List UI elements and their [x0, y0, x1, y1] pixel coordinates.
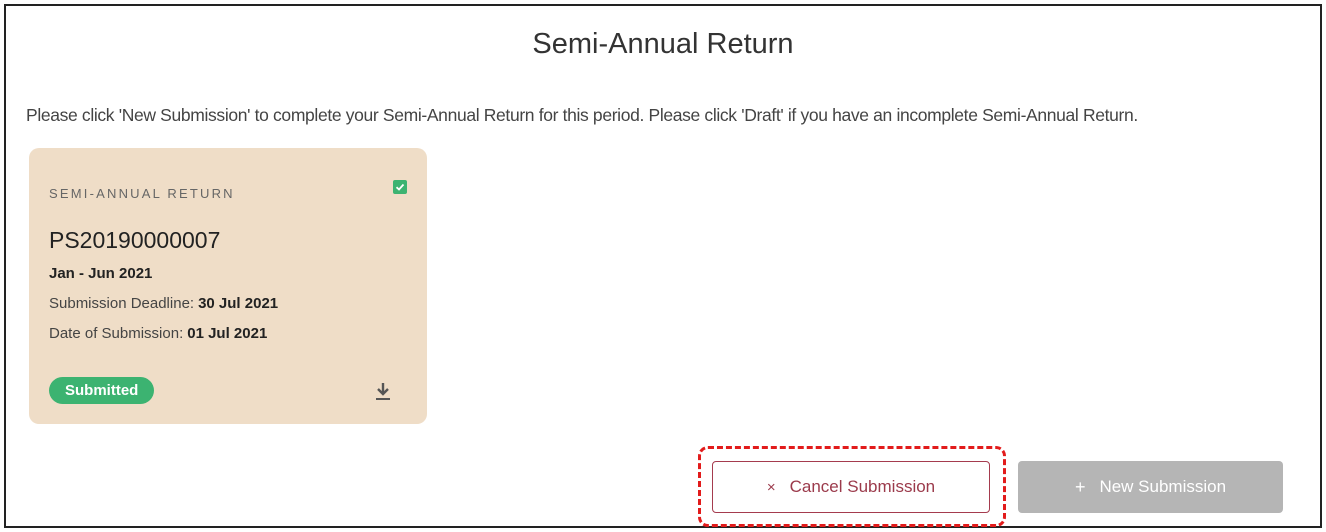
submission-date-value: 01 Jul 2021 — [187, 325, 268, 342]
card-reference-number: PS20190000007 — [49, 227, 221, 253]
checkbox-checked-icon[interactable] — [393, 180, 407, 194]
submission-deadline: Submission Deadline: 30 Jul 2021 — [49, 295, 278, 312]
return-card[interactable]: SEMI-ANNUAL RETURN PS20190000007 Jan - J… — [29, 148, 427, 424]
deadline-label: Submission Deadline: — [49, 295, 195, 312]
card-category: SEMI-ANNUAL RETURN — [49, 186, 235, 201]
status-badge: Submitted — [49, 377, 155, 404]
new-submission-label: New Submission — [1099, 477, 1227, 496]
submission-date-label: Date of Submission: — [49, 325, 184, 342]
page-frame: Semi-Annual Return Please click 'New Sub… — [4, 4, 1322, 528]
plus-icon: + — [1074, 476, 1086, 497]
download-icon[interactable] — [374, 381, 392, 403]
page-title: Semi-Annual Return — [532, 28, 794, 60]
close-icon: × — [766, 478, 776, 496]
card-period: Jan - Jun 2021 — [49, 265, 153, 282]
cancel-submission-button[interactable]: × Cancel Submission — [712, 461, 990, 513]
date-of-submission: Date of Submission: 01 Jul 2021 — [49, 325, 267, 342]
deadline-value: 30 Jul 2021 — [198, 295, 279, 312]
new-submission-button[interactable]: + New Submission — [1018, 461, 1283, 513]
cancel-submission-label: Cancel Submission — [789, 477, 936, 496]
instructions-text: Please click 'New Submission' to complet… — [26, 105, 1138, 125]
